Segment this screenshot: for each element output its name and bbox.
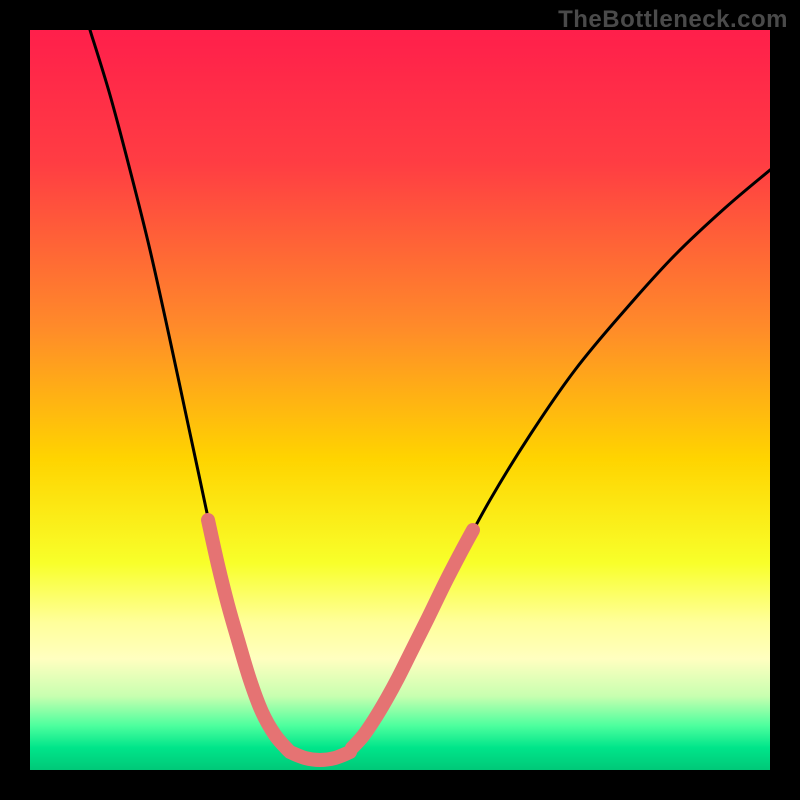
- plot-area: [30, 30, 770, 770]
- series-highlight-bottom: [290, 752, 350, 760]
- chart-svg: [30, 30, 770, 770]
- watermark-text: TheBottleneck.com: [558, 6, 788, 34]
- chart-frame: TheBottleneck.com: [0, 0, 800, 800]
